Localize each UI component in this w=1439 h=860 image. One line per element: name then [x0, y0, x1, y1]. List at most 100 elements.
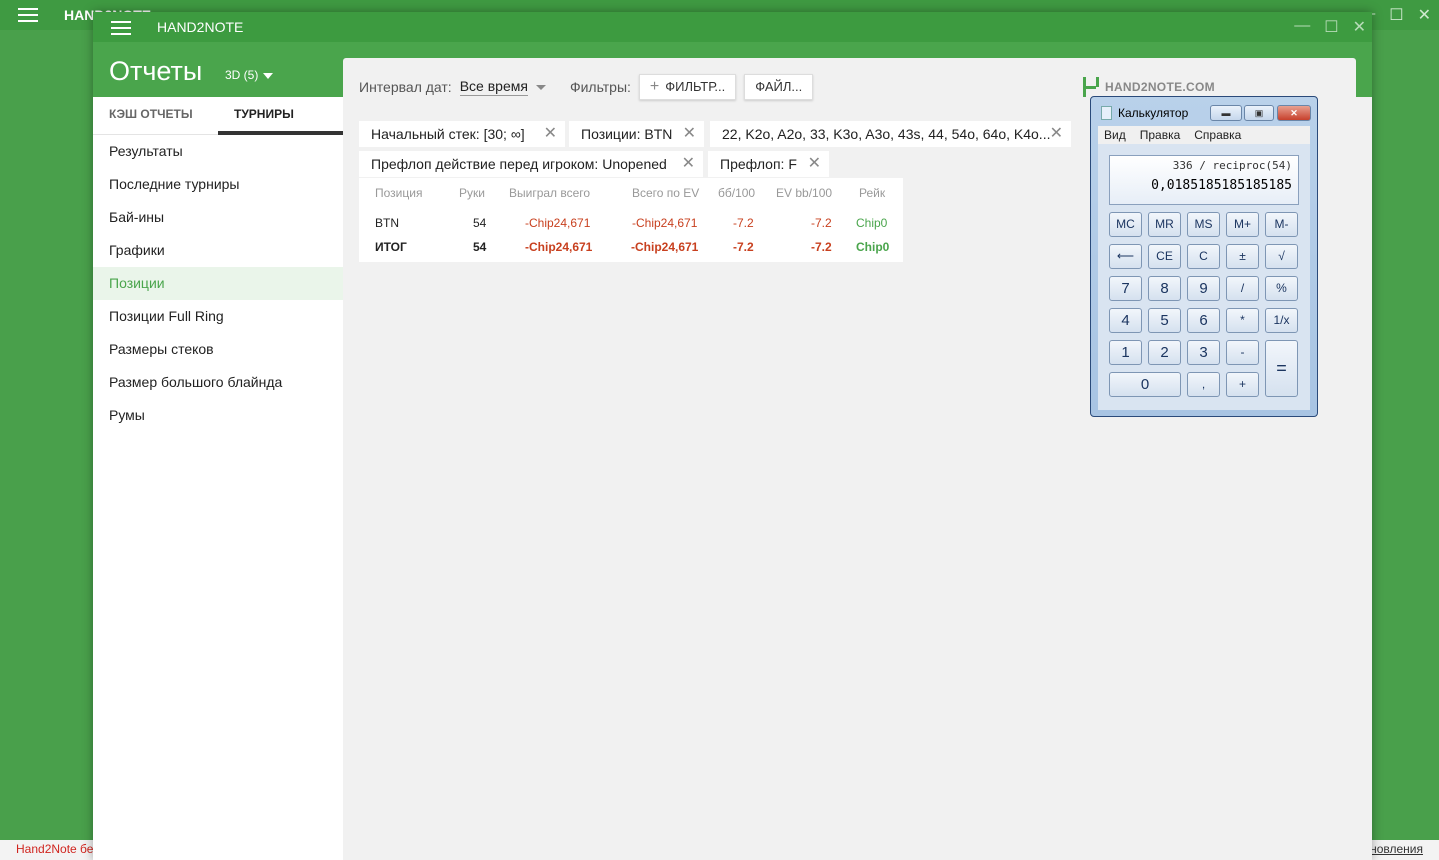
sidebar-item-big-blind-size[interactable]: Размер большого блайнда	[93, 366, 343, 399]
file-button[interactable]: ФАЙЛ...	[744, 74, 814, 100]
background-menu-icon[interactable]	[18, 8, 38, 22]
restore-icon[interactable]: ▣	[1244, 105, 1274, 121]
filter-chip-label: 22, K2o, A2o, 33, K3o, A3o, 43s, 44, 54o…	[722, 126, 1051, 142]
close-icon[interactable]: ✕	[1277, 105, 1311, 121]
key-decimal[interactable]: ,	[1187, 372, 1220, 397]
close-icon[interactable]: ✕	[1418, 5, 1431, 25]
status-link[interactable]: новления	[1370, 842, 1423, 856]
column-header[interactable]: Выиграл всего	[509, 186, 590, 200]
table-cell: -7.2	[811, 240, 832, 254]
positions-table: Позиция Руки Выиграл всего Всего по EV б…	[359, 178, 903, 262]
sidebar-item-results[interactable]: Результаты	[93, 135, 343, 168]
sidebar-item-recent-tournaments[interactable]: Последние турниры	[93, 168, 343, 201]
key-ce[interactable]: CE	[1148, 244, 1181, 269]
window-title: HAND2NOTE	[157, 19, 244, 35]
key-1[interactable]: 1	[1109, 340, 1142, 365]
key-equals[interactable]: =	[1265, 340, 1298, 397]
key-divide[interactable]: /	[1226, 276, 1259, 301]
close-icon[interactable]: ✕	[1353, 17, 1366, 37]
key-9[interactable]: 9	[1187, 276, 1220, 301]
column-header[interactable]: Руки	[459, 186, 485, 200]
key-reciprocal[interactable]: 1/x	[1265, 308, 1298, 333]
filter-chip[interactable]: Префлоп: F ✕	[708, 151, 829, 177]
window-titlebar: HAND2NOTE — ☐ ✕	[93, 12, 1372, 42]
filter-chip[interactable]: 22, K2o, A2o, 33, K3o, A3o, 43s, 44, 54o…	[710, 121, 1071, 147]
filter-chip[interactable]: Позиции: BTN ✕	[569, 121, 704, 147]
sidebar-item-buyins[interactable]: Бай-ины	[93, 201, 343, 234]
page-title: Отчеты	[109, 56, 203, 86]
close-icon[interactable]: ✕	[682, 151, 695, 177]
calculator-icon	[1101, 106, 1112, 120]
sidebar-item-stack-sizes[interactable]: Размеры стеков	[93, 333, 343, 366]
close-icon[interactable]: ✕	[1050, 121, 1063, 147]
key-0[interactable]: 0	[1109, 372, 1181, 397]
key-7[interactable]: 7	[1109, 276, 1142, 301]
key-5[interactable]: 5	[1148, 308, 1181, 333]
key-add[interactable]: +	[1226, 372, 1259, 397]
close-icon[interactable]: ✕	[544, 121, 557, 147]
key-8[interactable]: 8	[1148, 276, 1181, 301]
maximize-icon[interactable]: ☐	[1389, 5, 1403, 25]
column-header[interactable]: бб/100	[718, 186, 755, 200]
key-mr[interactable]: MR	[1148, 212, 1181, 237]
date-interval-dropdown[interactable]: Все время	[459, 78, 528, 96]
column-header[interactable]: EV bb/100	[776, 186, 832, 200]
filter-chip[interactable]: Префлоп действие перед игроком: Unopened…	[359, 151, 703, 177]
key-sqrt[interactable]: √	[1265, 244, 1298, 269]
key-ms[interactable]: MS	[1187, 212, 1220, 237]
sidebar-item-graphs[interactable]: Графики	[93, 234, 343, 267]
key-6[interactable]: 6	[1187, 308, 1220, 333]
maximize-icon[interactable]: ☐	[1324, 17, 1338, 37]
table-cell: BTN	[375, 216, 399, 230]
filter-chip-label: Начальный стек: [30; ∞]	[371, 126, 525, 142]
menu-icon[interactable]	[111, 21, 131, 35]
key-backspace[interactable]: ⟵	[1109, 244, 1142, 269]
active-tab-indicator	[218, 131, 343, 135]
table-cell: -Chip24,671	[525, 216, 591, 230]
calculator-value: 0,0185185185185185	[1151, 178, 1292, 193]
menu-item-help[interactable]: Справка	[1194, 126, 1241, 144]
add-filter-label: ФИЛЬТР...	[665, 79, 726, 94]
logo-text: HAND2NOTE.COM	[1105, 80, 1215, 94]
key-m-plus[interactable]: M+	[1226, 212, 1259, 237]
column-header[interactable]: Позиция	[375, 186, 422, 200]
chevron-down-icon[interactable]	[535, 84, 546, 90]
key-percent[interactable]: %	[1265, 276, 1298, 301]
window-controls: — ☐ ✕	[1294, 17, 1366, 37]
close-icon[interactable]: ✕	[808, 151, 821, 177]
key-4[interactable]: 4	[1109, 308, 1142, 333]
key-mc[interactable]: MC	[1109, 212, 1142, 237]
key-subtract[interactable]: -	[1226, 340, 1259, 365]
date-interval-label: Интервал дат:	[359, 79, 452, 95]
add-filter-button[interactable]: + ФИЛЬТР...	[638, 74, 737, 100]
key-m-minus[interactable]: M-	[1265, 212, 1298, 237]
table-cell: -7.2	[733, 216, 754, 230]
table-cell: Chip0	[856, 240, 890, 254]
key-multiply[interactable]: *	[1226, 308, 1259, 333]
plus-icon: +	[649, 78, 660, 95]
filter-chip[interactable]: Начальный стек: [30; ∞] ✕	[359, 121, 565, 147]
menu-item-view[interactable]: Вид	[1104, 126, 1126, 144]
tab-tournaments[interactable]: ТУРНИРЫ	[234, 107, 294, 121]
menu-item-edit[interactable]: Правка	[1140, 126, 1181, 144]
sidebar-item-positions[interactable]: Позиции	[93, 267, 343, 300]
minimize-icon[interactable]: ▬	[1210, 105, 1242, 121]
key-plus-minus[interactable]: ±	[1226, 244, 1259, 269]
tab-cash-reports[interactable]: КЭШ ОТЧЕТЫ	[109, 107, 193, 121]
database-selector[interactable]: 3D (5)	[225, 68, 274, 82]
column-header[interactable]: Всего по EV	[632, 186, 699, 200]
sidebar-item-rooms[interactable]: Румы	[93, 399, 343, 432]
key-3[interactable]: 3	[1187, 340, 1220, 365]
filter-bar: Интервал дат: Все время Фильтры: + ФИЛЬТР…	[359, 74, 821, 100]
table-cell: 54	[473, 240, 487, 254]
sidebar: КЭШ ОТЧЕТЫ ТУРНИРЫ Результаты Последние …	[93, 97, 343, 860]
calculator-title: Калькулятор	[1118, 106, 1189, 120]
key-2[interactable]: 2	[1148, 340, 1181, 365]
key-c[interactable]: C	[1187, 244, 1220, 269]
chevron-down-icon	[263, 72, 274, 79]
close-icon[interactable]: ✕	[683, 121, 696, 147]
sidebar-item-positions-full-ring[interactable]: Позиции Full Ring	[93, 300, 343, 333]
minimize-icon[interactable]: —	[1294, 17, 1310, 37]
column-header[interactable]: Рейк	[859, 186, 885, 200]
table-cell: -7.2	[811, 216, 832, 230]
